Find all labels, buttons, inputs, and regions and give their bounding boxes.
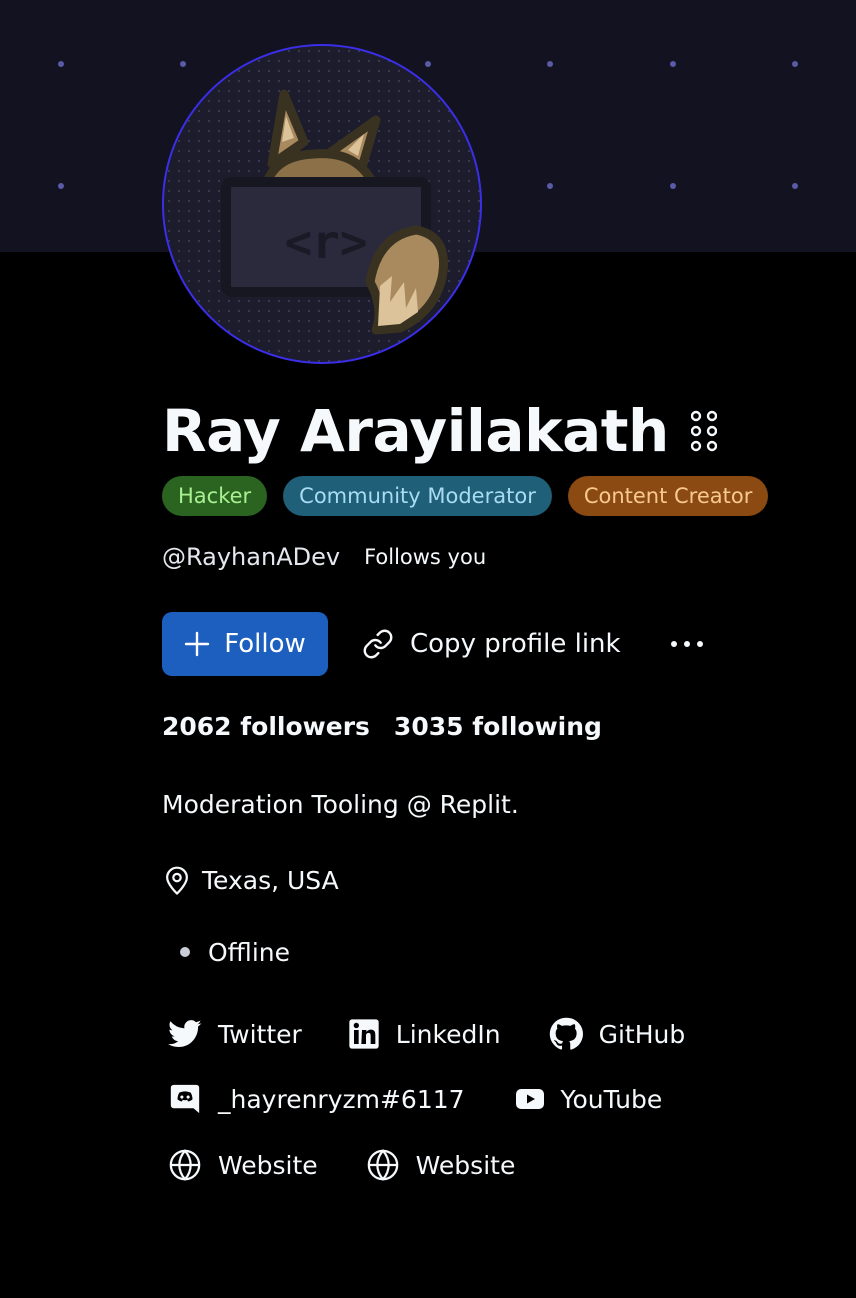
name-row: Ray Arayilakath (162, 396, 717, 466)
website-label: Website (218, 1150, 318, 1180)
twitter-label: Twitter (218, 1019, 302, 1049)
social-link-youtube[interactable]: YouTube (515, 1084, 663, 1114)
linkedin-label: LinkedIn (395, 1019, 501, 1049)
social-link-linkedin[interactable]: LinkedIn (348, 1018, 501, 1050)
social-link-twitter[interactable]: Twitter (168, 1019, 302, 1049)
badge-content-creator[interactable]: Content Creator (567, 476, 769, 516)
youtube-label: YouTube (560, 1084, 663, 1114)
discord-icon (170, 1084, 200, 1114)
linkedin-icon (349, 1019, 379, 1049)
social-link-website[interactable]: Website (366, 1148, 516, 1182)
social-link-website[interactable]: Website (168, 1148, 318, 1182)
social-links-row: Website Website (168, 1145, 515, 1185)
handle-row: @RayhanADev Follows you (162, 540, 486, 574)
twitter-icon (168, 1020, 202, 1048)
presence-status: Offline (180, 934, 290, 970)
profile-location: Texas, USA (162, 860, 339, 900)
social-links-row: Twitter LinkedIn GitHub (168, 1014, 685, 1054)
follow-button[interactable]: Follow (162, 612, 328, 676)
globe-icon (367, 1149, 398, 1181)
follow-counts: 2062 followers 3035 following (162, 712, 602, 748)
status-label: Offline (208, 937, 291, 967)
discord-label: _hayrenryzm#6117 (218, 1084, 465, 1114)
follow-button-label: Follow (224, 629, 306, 659)
social-links-row: _hayrenryzm#6117 YouTube (168, 1079, 662, 1119)
map-pin-icon (166, 866, 188, 895)
more-options-button[interactable] (667, 624, 707, 664)
avatar[interactable]: <r> (162, 44, 482, 364)
website-label: Website (415, 1150, 516, 1180)
copy-profile-link-button[interactable]: Copy profile link (362, 628, 621, 660)
followers-count-link[interactable]: 2062 followers (162, 712, 370, 748)
globe-icon (169, 1149, 201, 1181)
profile-name: Ray Arayilakath (162, 397, 669, 465)
following-count-link[interactable]: 3035 following (394, 712, 602, 748)
banner-dot (58, 183, 64, 189)
github-label: GitHub (598, 1019, 686, 1049)
svg-text:<r>: <r> (284, 215, 367, 269)
link-icon (363, 629, 393, 659)
location-label: Texas, USA (202, 865, 339, 895)
grip-dots-icon[interactable] (690, 410, 717, 452)
username-handle: @RayhanADev (162, 543, 341, 571)
profile-page: <r> Ray Arayilakath Hacker Community Mod… (0, 0, 856, 1298)
role-badges: Hacker Community Moderator Content Creat… (162, 476, 769, 516)
social-link-github[interactable]: GitHub (549, 1017, 686, 1051)
profile-actions: Follow Copy profile link (162, 612, 707, 676)
social-link-discord[interactable]: _hayrenryzm#6117 (168, 1082, 465, 1116)
banner-dot (792, 183, 798, 189)
fox-logo-icon: <r> (221, 89, 448, 335)
banner-dot (547, 61, 553, 67)
profile-bio: Moderation Tooling @ Replit. (162, 790, 519, 819)
plus-icon (185, 631, 210, 657)
copy-profile-link-label: Copy profile link (410, 629, 621, 659)
badge-community-moderator[interactable]: Community Moderator (283, 476, 552, 516)
youtube-icon (515, 1089, 544, 1109)
banner-dot (547, 183, 553, 189)
github-icon (549, 1017, 583, 1050)
banner-dot (58, 61, 64, 67)
follows-you-label: Follows you (364, 545, 487, 569)
more-horizontal-icon (670, 641, 703, 647)
status-dot-icon (180, 947, 190, 957)
badge-hacker[interactable]: Hacker (162, 476, 268, 516)
banner-dot (792, 61, 798, 67)
banner-dot (670, 183, 676, 189)
banner-dot (670, 61, 676, 67)
